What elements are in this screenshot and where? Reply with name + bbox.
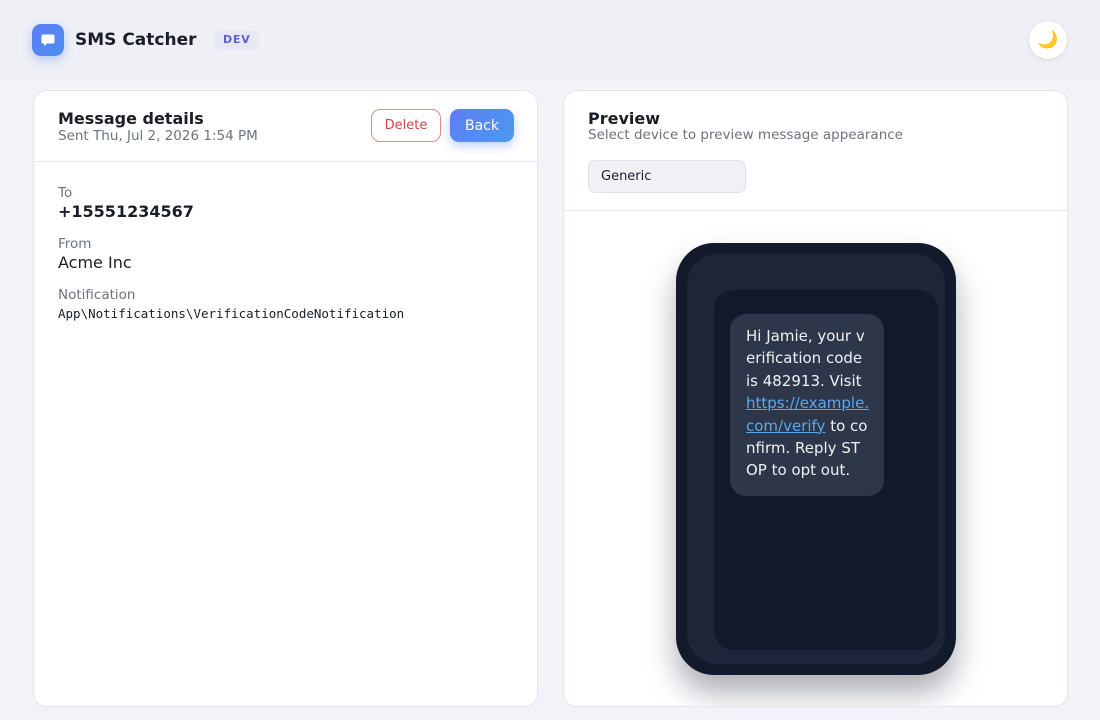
phone-frame: Hi Jamie, your verification code is 4829… <box>676 243 956 675</box>
theme-toggle-button[interactable]: 🌙 <box>1029 21 1067 59</box>
preview-area: Hi Jamie, your verification code is 4829… <box>564 211 1067 706</box>
to-label: To <box>58 185 73 201</box>
sent-timestamp: Sent Thu, Jul 2, 2026 1:54 PM <box>58 128 258 144</box>
device-select[interactable]: Generic <box>588 160 746 193</box>
top-bar: SMS Catcher DEV 🌙 <box>0 0 1100 80</box>
notification-label: Notification <box>58 287 136 303</box>
from-label: From <box>58 236 92 252</box>
delete-button[interactable]: Delete <box>371 109 441 142</box>
phone-screen: Hi Jamie, your verification code is 4829… <box>714 290 938 650</box>
env-badge: DEV <box>214 30 260 50</box>
to-field: To +15551234567 <box>58 185 194 221</box>
moon-icon: 🌙 <box>1037 30 1059 50</box>
preview-header: Preview Select device to preview message… <box>564 91 1067 211</box>
notification-field: Notification App\Notifications\Verificat… <box>58 287 404 321</box>
preview-subtitle: Select device to preview message appeara… <box>588 127 903 143</box>
preview-title: Preview <box>588 109 661 128</box>
from-field: From Acme Inc <box>58 236 132 272</box>
back-button[interactable]: Back <box>450 109 514 142</box>
message-details-card: Message details Sent Thu, Jul 2, 2026 1:… <box>33 90 538 707</box>
chat-bubble-icon <box>32 24 64 56</box>
phone-bezel: Hi Jamie, your verification code is 4829… <box>687 254 945 664</box>
message-text-before: Hi Jamie, your verification code is 4829… <box>746 327 865 390</box>
message-bubble: Hi Jamie, your verification code is 4829… <box>730 314 884 496</box>
from-value: Acme Inc <box>58 253 132 272</box>
details-header: Message details Sent Thu, Jul 2, 2026 1:… <box>34 91 537 162</box>
to-value: +15551234567 <box>58 202 194 221</box>
app-title: SMS Catcher <box>75 30 197 50</box>
notification-value: App\Notifications\VerificationCodeNotifi… <box>58 306 405 321</box>
details-title: Message details <box>58 109 204 128</box>
preview-card: Preview Select device to preview message… <box>563 90 1068 707</box>
